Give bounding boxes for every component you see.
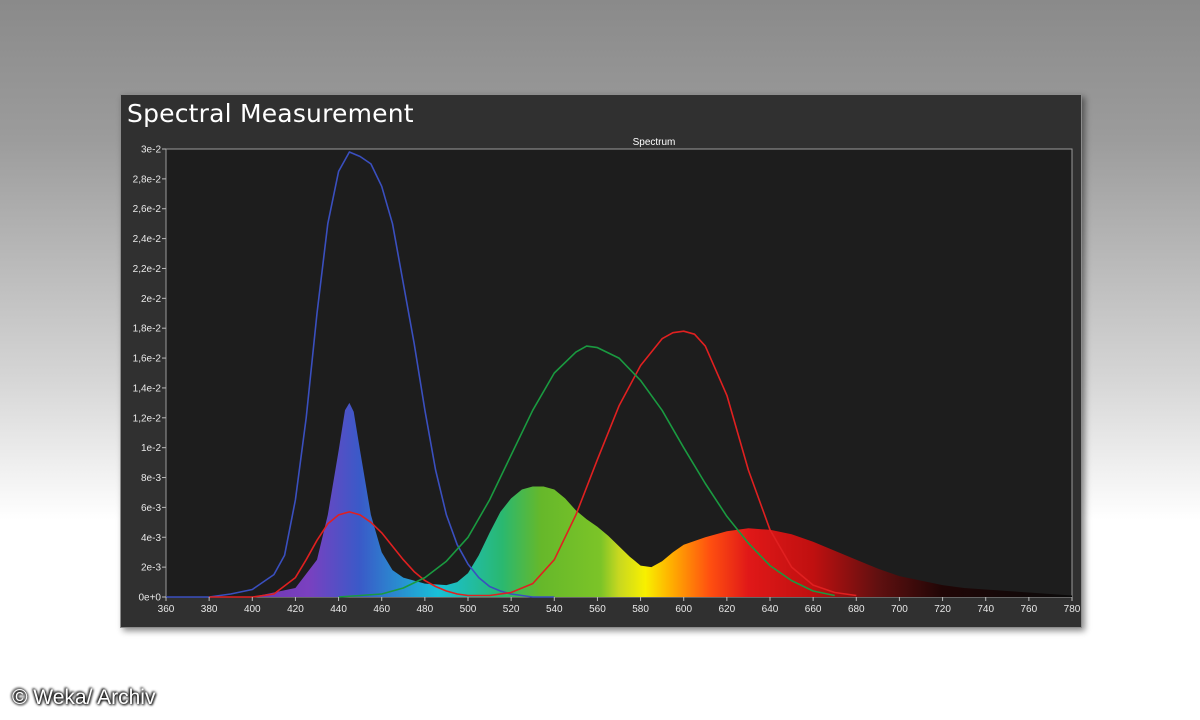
y-tick-label: 0e+0 <box>138 593 161 604</box>
x-tick-label: 660 <box>805 604 822 615</box>
x-tick-label: 440 <box>330 604 347 615</box>
y-tick-label: 1,8e-2 <box>133 324 162 335</box>
y-tick-label: 8e-3 <box>141 473 161 484</box>
y-tick-label: 2,8e-2 <box>133 174 162 185</box>
spectral-panel: Spectral Measurement Spectrum 0e+0 2e-3 … <box>120 94 1082 628</box>
y-tick-label: 2,4e-2 <box>133 234 162 245</box>
x-tick-label: 640 <box>762 604 779 615</box>
x-tick-label: 600 <box>675 604 692 615</box>
x-tick-label: 620 <box>719 604 736 615</box>
y-tick-label: 1,2e-2 <box>133 413 162 424</box>
x-tick-label: 720 <box>934 604 951 615</box>
spectrum-chart: Spectrum 0e+0 2e-3 4e-3 6e-3 8e-3 1e-2 1,2e-2 1… <box>133 137 1081 615</box>
x-tick-label: 760 <box>1021 604 1038 615</box>
y-tick-label: 1,6e-2 <box>133 354 162 365</box>
x-tick-label: 460 <box>373 604 390 615</box>
y-tick-label: 4e-3 <box>141 533 161 544</box>
x-tick-label: 380 <box>201 604 218 615</box>
x-tick-label: 700 <box>891 604 908 615</box>
x-tick-label: 480 <box>417 604 434 615</box>
y-tick-label: 1e-2 <box>141 443 161 454</box>
x-tick-label: 520 <box>503 604 520 615</box>
x-tick-label: 680 <box>848 604 865 615</box>
x-tick-label: 420 <box>287 604 304 615</box>
x-tick-label: 780 <box>1064 604 1081 615</box>
y-tick-label: 1,4e-2 <box>133 383 162 394</box>
plot-area <box>165 148 1073 598</box>
x-tick-label: 500 <box>460 604 477 615</box>
x-tick-label: 400 <box>244 604 261 615</box>
y-tick-label: 2,2e-2 <box>133 264 162 275</box>
x-tick-label: 540 <box>546 604 563 615</box>
y-tick-label: 2,6e-2 <box>133 204 162 215</box>
chart-title: Spectrum <box>633 137 676 148</box>
y-tick-label: 3e-2 <box>141 145 161 156</box>
y-tick-label: 2e-2 <box>141 294 161 305</box>
y-tick-label: 2e-3 <box>141 563 161 574</box>
x-tick-label: 580 <box>632 604 649 615</box>
y-tick-label: 6e-3 <box>141 503 161 514</box>
x-tick-label: 560 <box>589 604 606 615</box>
x-tick-label: 360 <box>158 604 175 615</box>
copyright-credit: © Weka/ Archiv <box>12 686 156 709</box>
x-tick-label: 740 <box>977 604 994 615</box>
